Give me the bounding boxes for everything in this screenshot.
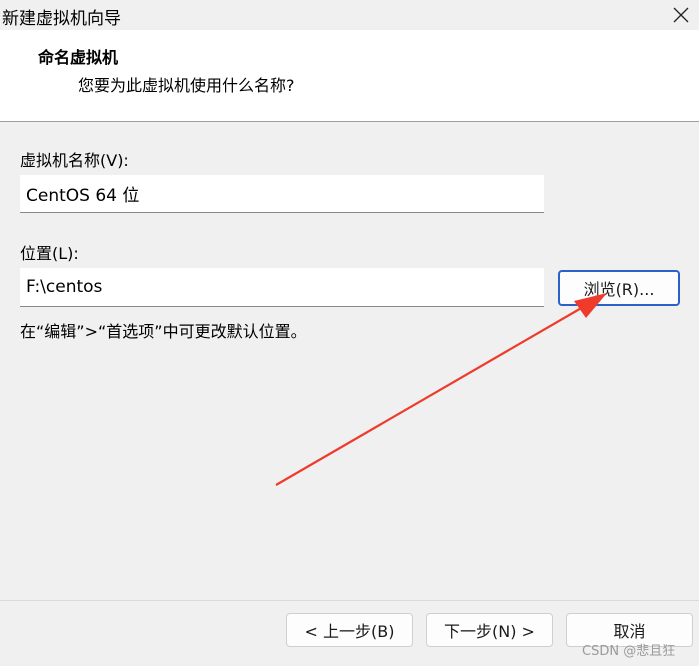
location-label: 位置(L): — [20, 244, 79, 263]
location-hint: 在“编辑”>“首选项”中可更改默认位置。 — [20, 322, 307, 341]
page-subtitle: 您要为此虚拟机使用什么名称? — [78, 76, 295, 95]
window-title: 新建虚拟机向导 — [2, 9, 121, 29]
back-button[interactable]: < 上一步(B) — [286, 613, 413, 647]
location-input[interactable] — [20, 268, 544, 307]
footer-divider — [0, 600, 699, 601]
next-button[interactable]: 下一步(N) > — [426, 613, 553, 647]
wizard-header: 命名虚拟机 您要为此虚拟机使用什么名称? — [0, 30, 699, 122]
watermark: CSDN @悲且狂 — [582, 644, 676, 659]
title-bar: 新建虚拟机向导 — [0, 0, 699, 30]
vm-name-input[interactable] — [20, 175, 544, 213]
vm-name-label: 虚拟机名称(V): — [20, 151, 129, 170]
browse-button[interactable]: 浏览(R)... — [558, 270, 680, 306]
close-icon — [673, 7, 689, 23]
page-title: 命名虚拟机 — [38, 48, 119, 67]
close-button[interactable] — [667, 2, 695, 28]
